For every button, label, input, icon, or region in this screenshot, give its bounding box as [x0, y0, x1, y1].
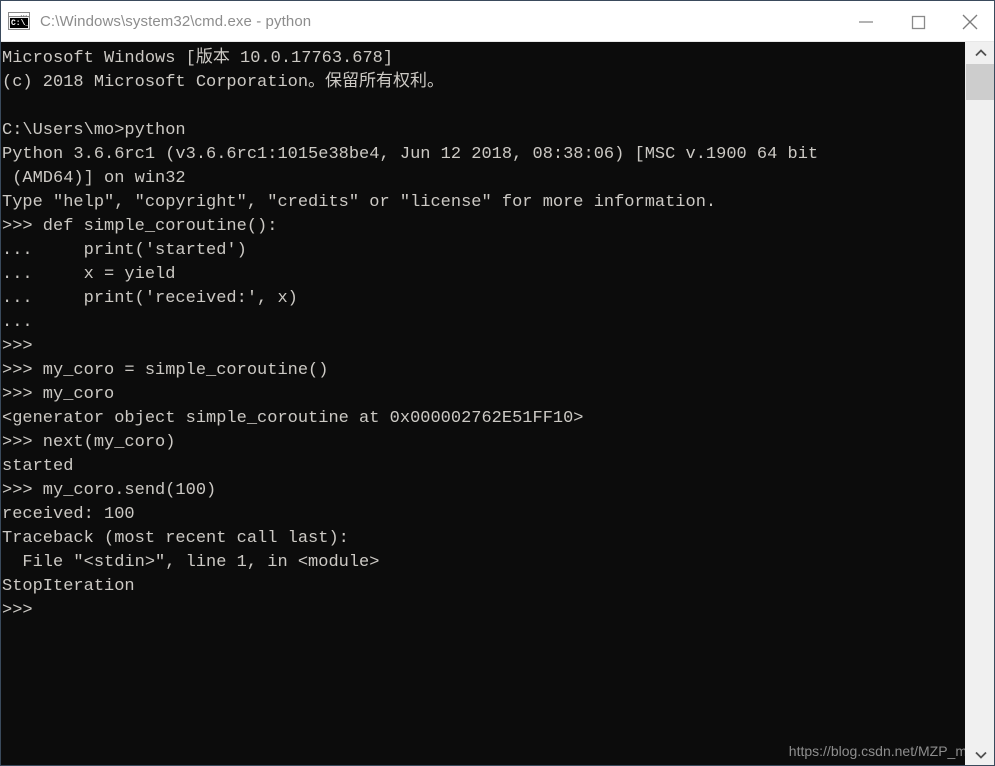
console-line: StopIteration — [2, 577, 135, 596]
console-line: ... x = yield — [2, 265, 176, 284]
console-line: Type "help", "copyright", "credits" or "… — [2, 193, 717, 212]
console-line: >>> next(my_coro) — [2, 433, 176, 452]
console-line: >>> — [2, 337, 33, 356]
minimize-icon — [859, 20, 873, 23]
console-line: Microsoft Windows [版本 10.0.17763.678] — [2, 49, 394, 68]
console-line: ... print('started') — [2, 241, 247, 260]
minimize-button[interactable] — [840, 1, 892, 42]
console-line: >>> my_coro.send(100) — [2, 481, 217, 500]
close-icon — [962, 14, 978, 29]
console-output[interactable]: Microsoft Windows [版本 10.0.17763.678] (c)… — [1, 42, 966, 765]
chevron-up-icon — [974, 49, 987, 57]
console-line: (AMD64)] on win32 — [2, 169, 186, 188]
close-button[interactable] — [944, 1, 994, 42]
console-line: File "<stdin>", line 1, in <module> — [2, 553, 380, 572]
console-line: ... print('received:', x) — [2, 289, 298, 308]
maximize-icon — [911, 15, 926, 29]
window-title: C:\Windows\system32\cmd.exe - python — [40, 12, 312, 30]
vertical-scrollbar[interactable] — [965, 42, 994, 765]
console-line: >>> my_coro — [2, 385, 115, 404]
cmd-window: ▪▪▪ C:\_ C:\Windows\system32\cmd.exe - p… — [0, 0, 995, 766]
icon-dots: ▪▪▪ — [20, 13, 28, 18]
console-line: started — [2, 457, 74, 476]
scrollbar-thumb[interactable] — [966, 64, 994, 100]
title-bar[interactable]: ▪▪▪ C:\_ C:\Windows\system32\cmd.exe - p… — [1, 1, 994, 42]
cmd-console-icon: ▪▪▪ C:\_ — [8, 12, 30, 30]
console-line: Python 3.6.6rc1 (v3.6.6rc1:1015e38be4, J… — [2, 145, 819, 164]
scroll-down-button[interactable] — [966, 744, 994, 765]
console-line: >>> def simple_coroutine(): — [2, 217, 278, 236]
chevron-down-icon — [974, 751, 987, 759]
console-line: >>> — [2, 601, 33, 620]
console-line: received: 100 — [2, 505, 135, 524]
icon-titlebar-strip: ▪▪▪ — [9, 13, 29, 18]
watermark-text: https://blog.csdn.net/MZP_m — [788, 743, 967, 759]
window-controls — [840, 1, 994, 42]
console-line: ... — [2, 313, 33, 332]
scroll-up-button[interactable] — [966, 42, 994, 64]
icon-prompt-glyph: C:\_ — [10, 18, 28, 28]
console-line: C:\Users\mo>python — [2, 121, 186, 140]
maximize-button[interactable] — [892, 1, 944, 42]
console-line: Traceback (most recent call last): — [2, 529, 349, 548]
console-line: <generator object simple_coroutine at 0x… — [2, 409, 584, 428]
console-line: (c) 2018 Microsoft Corporation。保留所有权利。 — [2, 73, 445, 92]
console-line: >>> my_coro = simple_coroutine() — [2, 361, 329, 380]
scrollbar-track[interactable] — [966, 100, 994, 744]
